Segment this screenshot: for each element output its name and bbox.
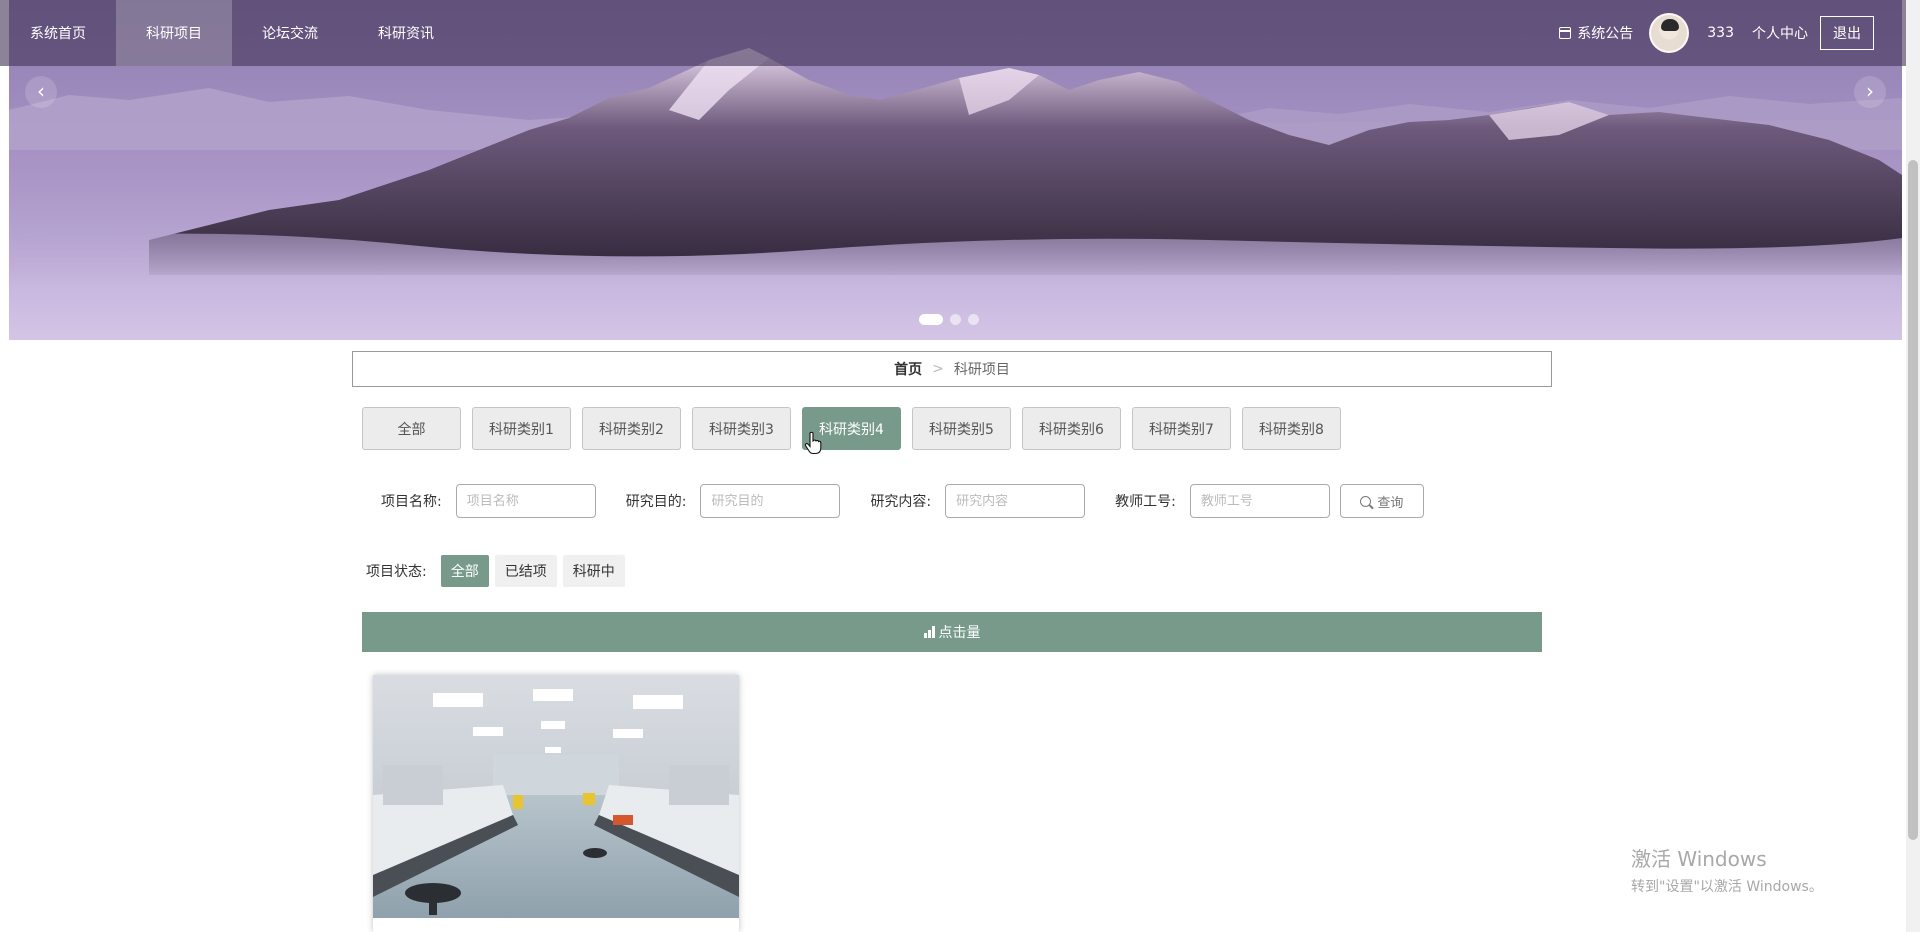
category-button-1[interactable]: 科研类别1	[472, 407, 571, 450]
category-button-5[interactable]: 科研类别5	[912, 407, 1011, 450]
status-button-completed[interactable]: 已结项	[494, 555, 557, 587]
category-button-6[interactable]: 科研类别6	[1022, 407, 1121, 450]
avatar[interactable]	[1649, 13, 1690, 53]
search-form: 项目名称: 研究目的: 研究内容: 教师工号: 查询	[381, 484, 1424, 518]
search-icon	[1360, 495, 1372, 507]
notice-label: 系统公告	[1577, 26, 1634, 42]
query-button-label: 查询	[1377, 495, 1404, 511]
status-button-all[interactable]: 全部	[440, 555, 489, 587]
category-button-3[interactable]: 科研类别3	[692, 407, 791, 450]
watermark-subtitle: 转到"设置"以激活 Windows。	[1631, 879, 1823, 895]
carousel-dot-2[interactable]	[950, 314, 961, 325]
category-button-7[interactable]: 科研类别7	[1132, 407, 1231, 450]
project-card-image	[373, 675, 739, 918]
nav-item-forum[interactable]: 论坛交流	[232, 0, 348, 66]
carousel-dot-1[interactable]	[919, 314, 943, 325]
teacher-id-label: 教师工号:	[1115, 494, 1176, 510]
query-button[interactable]: 查询	[1339, 484, 1424, 518]
research-content-label: 研究内容:	[870, 494, 932, 510]
nav-item-news[interactable]: 科研资讯	[348, 0, 464, 66]
project-name-label: 项目名称:	[381, 494, 442, 510]
windows-activation-watermark: 激活 Windows 转到"设置"以激活 Windows。	[1631, 843, 1823, 896]
username: 333	[1707, 25, 1734, 41]
teacher-id-input[interactable]	[1189, 484, 1330, 518]
notice-link[interactable]: 系统公告	[1559, 23, 1633, 43]
watermark-title: 激活 Windows	[1631, 847, 1767, 871]
status-filter: 项目状态: 全部 已结项 科研中	[366, 555, 625, 587]
breadcrumb: 首页 > 科研项目	[352, 351, 1552, 387]
scrollbar-thumb[interactable]	[1908, 160, 1918, 840]
research-purpose-input[interactable]	[700, 484, 841, 518]
category-button-2[interactable]: 科研类别2	[582, 407, 681, 450]
sort-label: 点击量	[938, 625, 981, 641]
status-button-in-progress[interactable]: 科研中	[562, 555, 625, 587]
logout-button[interactable]: 退出	[1820, 16, 1874, 50]
carousel-dot-3[interactable]	[968, 314, 979, 325]
hand-cursor-icon	[804, 431, 822, 455]
category-button-8[interactable]: 科研类别8	[1242, 407, 1341, 450]
nav-item-projects[interactable]: 科研项目	[116, 0, 232, 66]
carousel-next-button[interactable]: ›	[1854, 76, 1886, 108]
carousel-indicators	[919, 314, 979, 325]
breadcrumb-current: 科研项目	[953, 362, 1010, 378]
category-button-all[interactable]: 全部	[362, 407, 461, 450]
nav-item-home[interactable]: 系统首页	[0, 0, 116, 66]
personal-center-link[interactable]: 个人中心	[1752, 23, 1808, 43]
category-filter: 全部 科研类别1 科研类别2 科研类别3 科研类别4 科研类别5 科研类别6 科…	[362, 407, 1341, 450]
research-content-input[interactable]	[945, 484, 1086, 518]
page-scrollbar[interactable]	[1906, 0, 1920, 932]
carousel-prev-button[interactable]: ‹	[25, 76, 57, 108]
status-label: 项目状态:	[366, 564, 427, 580]
breadcrumb-home[interactable]: 首页	[894, 359, 922, 379]
bar-chart-icon	[923, 626, 935, 638]
project-card[interactable]	[373, 675, 739, 932]
calendar-icon	[1559, 27, 1572, 39]
project-name-input[interactable]	[455, 484, 596, 518]
user-area: 系统公告 333 个人中心 退出	[1559, 0, 1874, 66]
top-navigation: 系统首页 科研项目 论坛交流 科研资讯 系统公告 333 个人中心 退出	[0, 0, 1906, 66]
breadcrumb-separator: >	[932, 361, 944, 377]
sort-by-clicks-bar[interactable]: 点击量	[362, 612, 1542, 652]
research-purpose-label: 研究目的:	[625, 494, 687, 510]
